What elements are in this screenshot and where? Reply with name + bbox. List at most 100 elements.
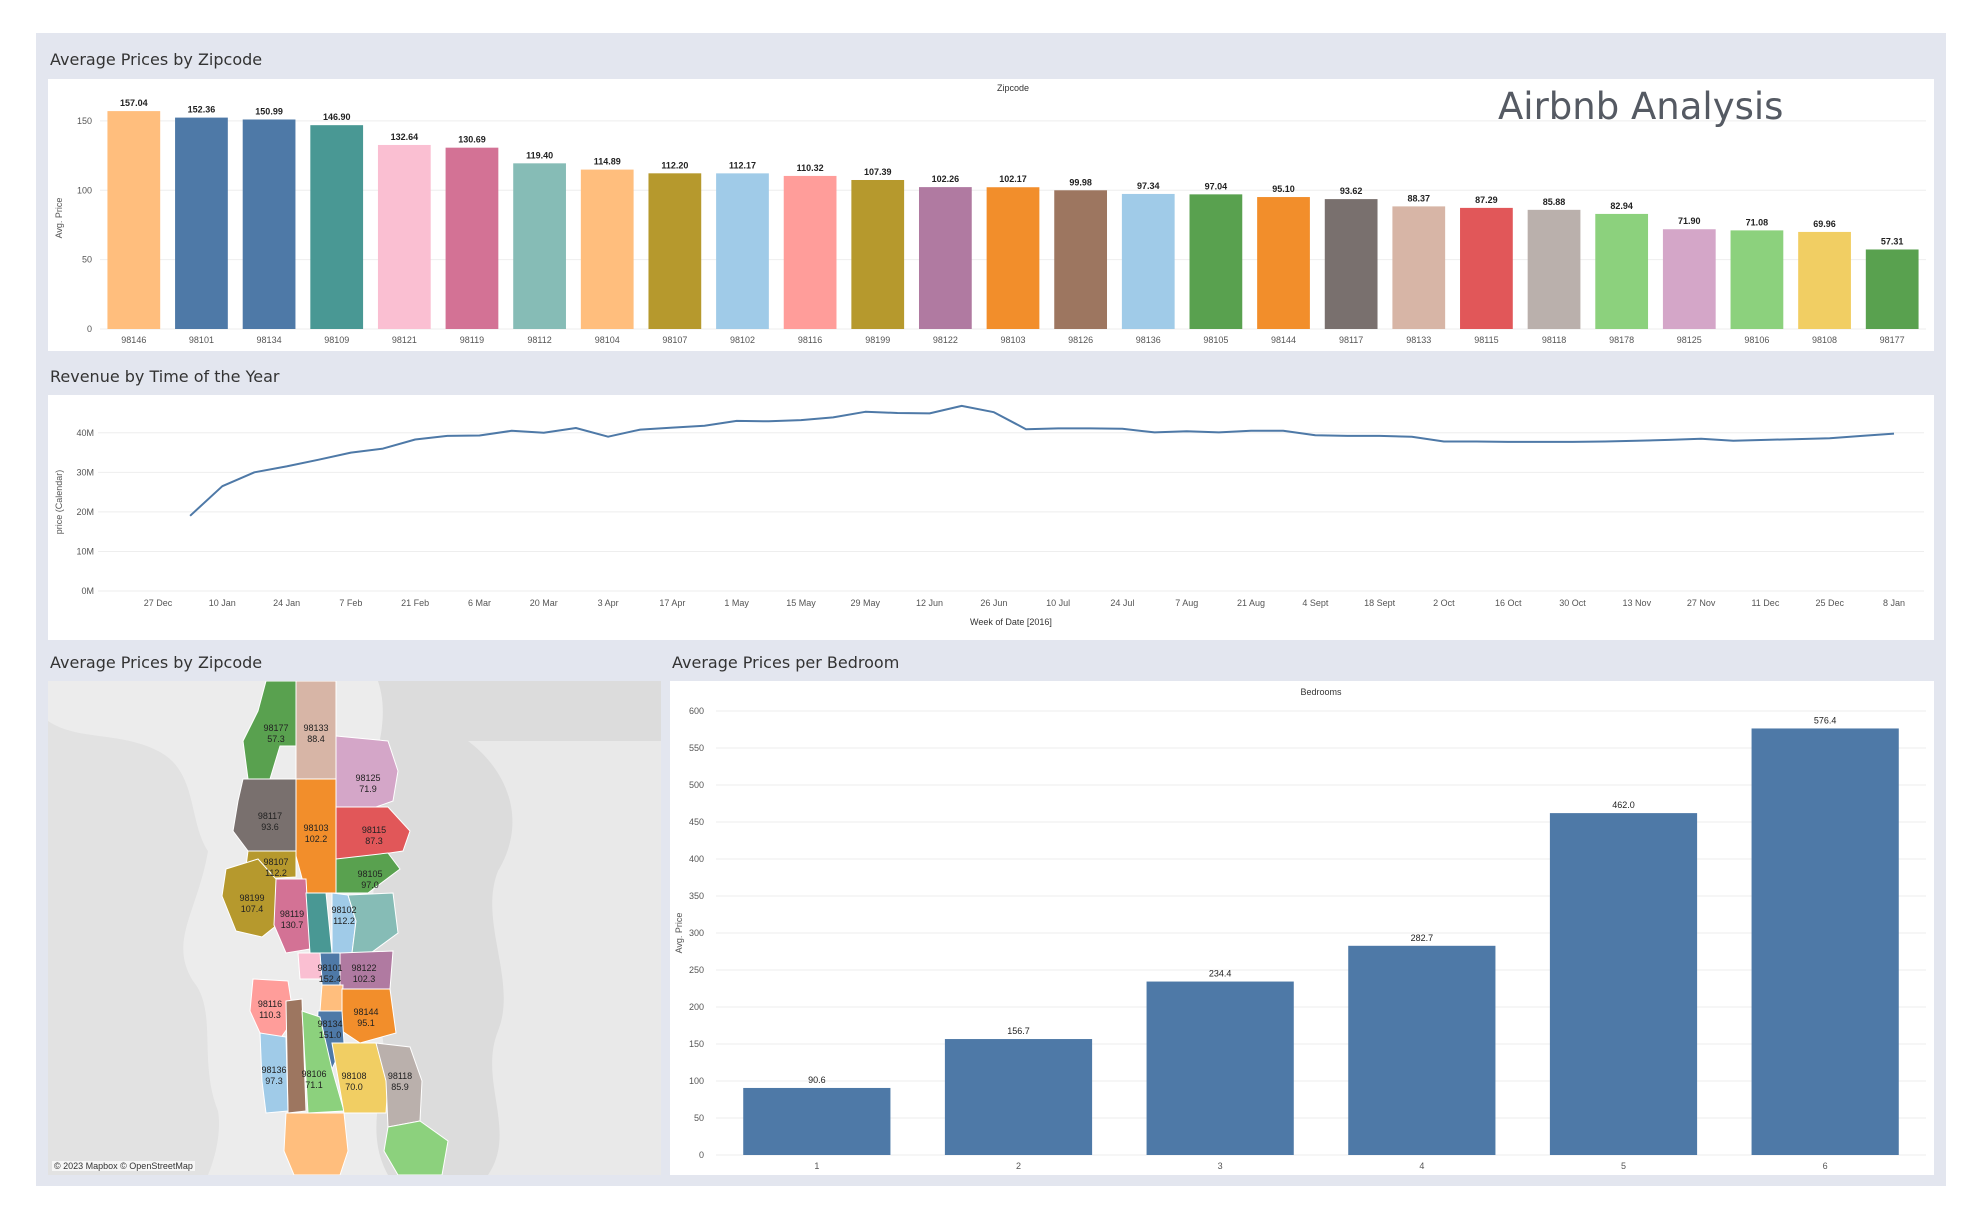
revenue-line-chart[interactable]: 0M 10M 20M 30M 40M price (Calendar) 27 Dec 10 J… <box>48 395 1934 640</box>
zip-bar-98112[interactable] <box>513 163 566 329</box>
rev-y-tick: 40M <box>76 428 94 438</box>
map-region-98125[interactable] <box>335 735 399 808</box>
zip-x-tick: 98125 <box>1677 335 1702 345</box>
rev-y-tick: 20M <box>76 507 94 517</box>
zip-bar-98108[interactable] <box>1798 231 1851 329</box>
zip-bar-98125[interactable] <box>1662 229 1716 329</box>
zip-bar-98103[interactable] <box>986 187 1040 329</box>
zip-bar-98126[interactable] <box>1054 190 1108 329</box>
bed-y-tick: 150 <box>689 1039 704 1049</box>
map-region-98109[interactable] <box>305 892 333 954</box>
zip-bar-98134[interactable] <box>242 119 296 329</box>
zip-bar-98107[interactable] <box>648 173 702 329</box>
zip-bar-98117[interactable] <box>1324 199 1378 329</box>
bedroom-bar-panel[interactable]: Bedrooms 0 50 100 150 200 250 300 350 400 450 500 55… <box>670 681 1934 1175</box>
zip-map-panel[interactable]: 98177 57.3 98133 88.4 98125 71.9 98117 93.6 9810… <box>48 681 661 1175</box>
bedroom-bar-label: 234.4 <box>1209 969 1232 979</box>
bedroom-bar-4[interactable] <box>1348 945 1496 1155</box>
zip-y-axis-label: Avg. Price <box>54 198 64 239</box>
rev-x-tick: 27 Dec <box>144 598 173 608</box>
zip-bar-98115[interactable] <box>1460 207 1513 329</box>
bedroom-bar-2[interactable] <box>944 1039 1093 1155</box>
zip-bar-98102[interactable] <box>716 173 769 329</box>
map-label-value: 71.1 <box>305 1080 323 1090</box>
rev-x-tick: 2 Oct <box>1433 598 1455 608</box>
revenue-panel[interactable]: 0M 10M 20M 30M 40M price (Calendar) 27 Dec 10 J… <box>48 395 1934 640</box>
zip-bar-98136[interactable] <box>1121 193 1175 329</box>
bed-y-tick: 250 <box>689 965 704 975</box>
dashboard: Average Prices by Zipcode Zipcode 0 50 100 1… <box>36 33 1946 1186</box>
zip-bar-98105[interactable] <box>1189 194 1243 329</box>
zip-x-tick: 98102 <box>730 335 755 345</box>
map-region-98104[interactable] <box>319 984 344 1012</box>
bed-x-tick: 4 <box>1419 1161 1424 1171</box>
zip-x-tick: 98118 <box>1542 335 1566 345</box>
zip-map[interactable]: 9817757.3 9813388.4 9812571.9 9811793.6 9810… <box>48 681 661 1175</box>
zip-bar-98133[interactable] <box>1392 206 1446 329</box>
zip-x-tick: 98108 <box>1812 335 1837 345</box>
map-region-98146[interactable] <box>283 1112 349 1175</box>
map-label-zip: 98134 <box>317 1019 342 1029</box>
water-puget-sound <box>48 721 220 1175</box>
map-label-zip: 98117 <box>258 811 282 821</box>
map-label-value: 107.4 <box>241 904 264 914</box>
map-label-zip: 98119 <box>280 909 304 919</box>
map-label-zip: 98115 <box>362 825 386 835</box>
bedroom-bar-3[interactable] <box>1146 981 1294 1155</box>
zip-bar-98116[interactable] <box>783 175 837 329</box>
map-label-zip: 98101 <box>317 963 342 973</box>
rev-x-tick: 26 Jun <box>980 598 1007 608</box>
zip-bar-label: 152.36 <box>188 105 216 115</box>
bedroom-bar-1[interactable] <box>743 1087 891 1155</box>
zip-bar-98106[interactable] <box>1730 230 1784 329</box>
zip-bar-98146[interactable] <box>107 111 161 329</box>
bed-y-tick: 600 <box>689 706 704 716</box>
zip-bar-label: 114.89 <box>594 157 621 167</box>
map-label-value: 112.2 <box>333 916 355 926</box>
bed-y-tick: 300 <box>689 928 704 938</box>
map-attribution[interactable]: © 2023 Mapbox © OpenStreetMap <box>52 1161 195 1171</box>
zip-bar-98119[interactable] <box>445 147 499 329</box>
map-label-value: 152.4 <box>319 974 342 984</box>
zip-bar-98122[interactable] <box>918 187 972 329</box>
zip-x-tick: 98103 <box>1000 335 1025 345</box>
rev-x-tick: 12 Jun <box>916 598 943 608</box>
zip-bar-title: Average Prices by Zipcode <box>50 50 263 69</box>
zip-bar-98109[interactable] <box>310 125 364 329</box>
bedroom-axis-header: Bedrooms <box>1300 687 1342 697</box>
zip-x-tick: 98106 <box>1744 335 1769 345</box>
map-label-zip: 98136 <box>261 1065 286 1075</box>
zip-bar-98118[interactable] <box>1527 209 1581 329</box>
zip-bar-98104[interactable] <box>580 169 634 329</box>
zip-bar-label: 119.40 <box>526 150 553 160</box>
zip-bar-label: 146.90 <box>323 112 351 122</box>
zip-bar-98199[interactable] <box>851 179 905 329</box>
zip-bar-98177[interactable] <box>1865 249 1919 329</box>
zip-bar-98101[interactable] <box>175 117 228 329</box>
zip-x-tick: 98177 <box>1880 335 1905 345</box>
bedroom-bar-5[interactable] <box>1549 813 1698 1155</box>
zip-bar-98121[interactable] <box>377 144 431 329</box>
rev-x-axis-label: Week of Date [2016] <box>970 617 1052 627</box>
map-label-value: 70.0 <box>345 1082 363 1092</box>
rev-y-tick: 10M <box>76 546 94 556</box>
rev-x-tick: 27 Nov <box>1687 598 1716 608</box>
revenue-title: Revenue by Time of the Year <box>50 367 280 386</box>
zip-bar-label: 71.90 <box>1678 216 1701 226</box>
map-label-value: 151.0 <box>319 1030 342 1040</box>
bedroom-bar-chart[interactable]: Bedrooms05010015020025030035040045050055… <box>670 681 1934 1175</box>
map-label-value: 112.2 <box>265 868 287 878</box>
zip-x-tick: 98115 <box>1474 335 1498 345</box>
bedroom-bar-label: 576.4 <box>1814 715 1837 725</box>
zip-bar-panel[interactable]: Zipcode 0 50 100 150 Avg. Price 157.04 98146 152… <box>48 79 1934 351</box>
rev-x-tick: 11 Dec <box>1751 598 1779 608</box>
rev-x-tick: 13 Nov <box>1623 598 1652 608</box>
zip-bar-98178[interactable] <box>1595 213 1649 329</box>
revenue-line[interactable] <box>189 404 1895 517</box>
map-label-zip: 98106 <box>301 1069 326 1079</box>
bedroom-bar-6[interactable] <box>1751 728 1899 1155</box>
bed-x-tick: 1 <box>814 1161 819 1171</box>
zip-bar-label: 97.04 <box>1205 181 1228 191</box>
bedroom-title: Average Prices per Bedroom <box>672 653 900 672</box>
zip-bar-98144[interactable] <box>1257 197 1310 329</box>
